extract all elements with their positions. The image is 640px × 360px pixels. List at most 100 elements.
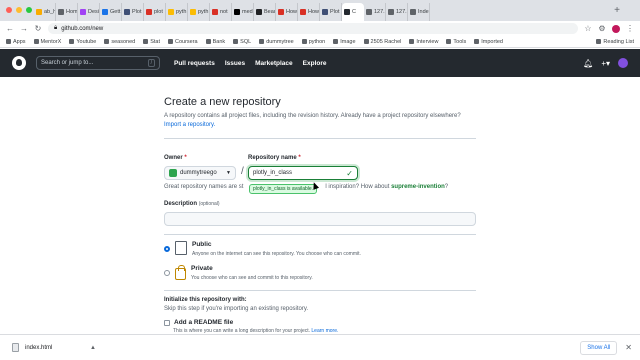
browser-tab[interactable]: ab_h (34, 3, 56, 21)
forward-icon[interactable]: → (20, 24, 28, 33)
extensions-icon[interactable]: ⚙ (598, 24, 606, 33)
maximize-window-button[interactable] (26, 7, 32, 13)
browser-tab[interactable]: Inde (408, 3, 430, 21)
public-radio[interactable] (164, 246, 170, 252)
divider (164, 234, 476, 235)
back-icon[interactable]: ← (6, 24, 14, 33)
bookmark-item[interactable]: 2505 Rachel (363, 39, 401, 45)
tab-favicon-icon (146, 9, 152, 15)
tab-favicon-icon (234, 9, 240, 15)
suggested-name-link[interactable]: supreme-invention (391, 184, 445, 190)
browser-tab[interactable]: 127. (386, 3, 408, 21)
tab-favicon-icon (278, 9, 284, 15)
nav-issues[interactable]: Issues (225, 60, 245, 67)
private-radio[interactable] (164, 270, 170, 276)
bookmark-item[interactable]: dummytree (259, 39, 294, 45)
downloads-bar: index.html ▲ Show All ✕ (0, 334, 640, 360)
description-input[interactable] (164, 212, 476, 226)
browser-tab[interactable]: pyth (166, 3, 188, 21)
bookmark-item[interactable]: MentorX (33, 39, 61, 45)
bookmark-item[interactable]: Youtube (69, 39, 96, 45)
folder-icon (143, 39, 149, 44)
tab-favicon-icon (388, 9, 394, 15)
nav-pull-requests[interactable]: Pull requests (174, 60, 215, 67)
profile-avatar[interactable] (612, 24, 620, 33)
readme-checkbox[interactable] (164, 319, 170, 326)
github-logo-icon[interactable] (12, 56, 26, 70)
tab-label: Plot (132, 9, 142, 15)
bookmark-item[interactable]: Bank (205, 39, 225, 45)
show-all-button[interactable]: Show All (580, 340, 618, 355)
bookmark-item[interactable]: Stat (143, 39, 160, 45)
bookmark-item[interactable]: Interview (409, 39, 438, 45)
create-new-plus-icon[interactable]: +▾ (601, 59, 610, 68)
search-shortcut-key: / (147, 59, 155, 67)
readme-option[interactable]: Add a README file (164, 319, 233, 326)
browser-tab[interactable]: 127. (364, 3, 386, 21)
reload-icon[interactable]: ↻ (34, 24, 42, 33)
new-tab-button[interactable]: + (614, 5, 620, 16)
download-item[interactable]: index.html ▲ (8, 340, 100, 356)
browser-tab[interactable]: Beau (254, 3, 276, 21)
browser-tab[interactable]: How (298, 3, 320, 21)
lock-icon (175, 265, 186, 280)
bookmark-item[interactable]: Apps (6, 39, 26, 45)
visibility-private-option[interactable]: Private You choose who can see and commi… (164, 265, 313, 281)
browser-tab[interactable]: med (232, 3, 254, 21)
address-bar[interactable]: 🔒︎ github.com/new (48, 23, 578, 34)
nav-marketplace[interactable]: Marketplace (255, 60, 293, 67)
close-icon[interactable]: ✕ (625, 343, 632, 352)
bookmark-item[interactable]: SQL (233, 39, 251, 45)
bookmark-item[interactable]: python (301, 39, 325, 45)
search-input[interactable]: Search or jump to... / (36, 56, 160, 70)
minimize-window-button[interactable] (16, 7, 22, 13)
nav-explore[interactable]: Explore (303, 60, 327, 67)
browser-tab[interactable]: pyth (188, 3, 210, 21)
user-avatar[interactable] (618, 58, 628, 68)
divider (164, 138, 476, 139)
import-repo-link[interactable]: Import a repository. (164, 122, 215, 128)
browser-tab[interactable]: not (210, 3, 232, 21)
browser-tab[interactable]: Plot (320, 3, 342, 21)
browser-tab[interactable]: Desi (78, 3, 100, 21)
bookmark-item[interactable]: Tools (446, 39, 466, 45)
folder-icon (333, 39, 339, 44)
repo-name-input[interactable]: plotly_in_class ✓ (248, 166, 358, 180)
browser-tab[interactable]: Gett (100, 3, 122, 21)
bookmark-item[interactable]: Imported (474, 39, 503, 45)
bookmark-item[interactable]: Image (333, 39, 356, 45)
browser-tab[interactable]: How (276, 3, 298, 21)
folder-icon (259, 39, 265, 44)
bookmark-item[interactable]: seasoned (104, 39, 135, 45)
tab-favicon-icon (344, 9, 350, 15)
menu-icon[interactable]: ⋮ (626, 24, 634, 33)
reading-list-button[interactable]: Reading List (596, 39, 634, 45)
tab-label: Hom (66, 9, 78, 15)
folder-icon (104, 39, 110, 44)
browser-tab[interactable]: C (342, 3, 364, 21)
tab-label: not (220, 9, 228, 15)
bookmark-item[interactable]: Coursera (168, 39, 198, 45)
tab-label: C (352, 9, 356, 15)
chevron-up-icon[interactable]: ▲ (90, 345, 96, 351)
tab-label: How (286, 9, 298, 15)
visibility-public-option[interactable]: Public Anyone on the internet can see th… (164, 241, 361, 257)
notification-bell-icon[interactable]: 🔔︎ (583, 59, 593, 68)
browser-tab[interactable]: plot (144, 3, 166, 21)
close-window-button[interactable] (6, 7, 12, 13)
tab-favicon-icon (366, 9, 372, 15)
tab-favicon-icon (58, 9, 64, 15)
folder-icon (233, 39, 239, 44)
reading-list-icon (596, 39, 602, 44)
public-label: Public (192, 241, 212, 248)
tab-label: med (242, 9, 253, 15)
browser-tab[interactable]: Hom (56, 3, 78, 21)
owner-select[interactable]: dummytreego ▼ (164, 166, 236, 180)
bookmark-star-icon[interactable]: ☆ (584, 24, 592, 33)
tab-favicon-icon (168, 9, 174, 15)
tab-favicon-icon (256, 9, 262, 15)
tab-favicon-icon (322, 9, 328, 15)
browser-tab[interactable]: Plot (122, 3, 144, 21)
tab-label: Desi (88, 9, 100, 15)
tab-favicon-icon (80, 9, 86, 15)
